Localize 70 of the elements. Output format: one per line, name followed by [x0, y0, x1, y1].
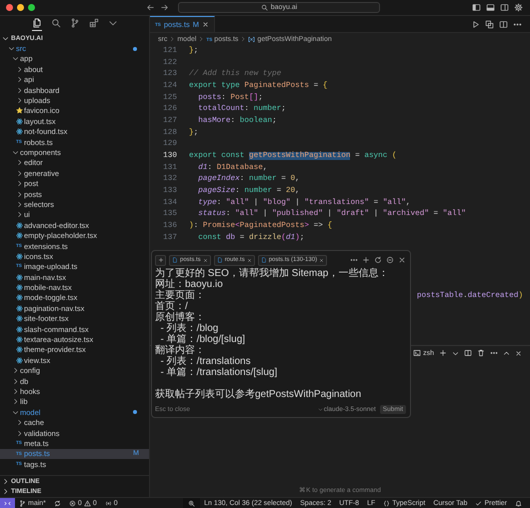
close-icon[interactable]	[202, 258, 208, 262]
close-icon[interactable]	[319, 258, 324, 262]
close-window-button[interactable]	[6, 4, 13, 11]
atom-icon	[16, 284, 23, 292]
panel-toggle-icon[interactable]	[486, 3, 495, 12]
close-icon[interactable]	[246, 258, 252, 262]
atom-icon	[16, 326, 23, 333]
modified-dot	[133, 46, 137, 51]
atom-icon	[16, 274, 23, 281]
file-icon	[172, 257, 178, 263]
close-icon[interactable]	[398, 256, 406, 264]
settings-icon[interactable]	[514, 3, 523, 12]
braces-icon	[383, 500, 390, 506]
remote-icon	[4, 500, 11, 506]
run-icon[interactable]	[471, 20, 480, 28]
chevron-icon	[198, 36, 204, 42]
error-icon	[68, 500, 76, 506]
minus-circle-icon[interactable]	[386, 256, 394, 264]
refresh-icon[interactable]	[374, 256, 382, 264]
trash-icon[interactable]	[477, 349, 485, 357]
atom-icon	[16, 252, 23, 260]
atom-icon	[16, 128, 23, 136]
sync-icon	[54, 500, 61, 506]
compare-icon[interactable]	[485, 20, 494, 28]
chevron-icon	[240, 36, 246, 42]
star-icon	[16, 107, 23, 114]
close-icon[interactable]	[202, 21, 209, 28]
file-icon	[260, 257, 267, 263]
atom-icon	[16, 232, 23, 240]
split-terminal-icon[interactable]	[464, 349, 472, 357]
file-icon	[216, 257, 223, 263]
prompt-text: 为了更好的 SEO，请帮我增加 Sitemap，一些信息： 网址：baoyu.io 主要页面： 首页：/ 原创博客： - 列表：/blog - 单篇：/blog/[slug] 翻译内容： - 列表：/translations - 单篇：/translations/[slug]	[155, 268, 390, 378]
maximize-window-button[interactable]	[28, 4, 35, 11]
plus-icon[interactable]	[439, 349, 447, 357]
terminal-icon	[413, 349, 422, 357]
chevron-icon	[169, 36, 176, 42]
split-editor-icon[interactable]	[499, 20, 508, 28]
variable-icon	[248, 36, 256, 42]
atom-icon	[16, 346, 23, 354]
explorer-icon[interactable]	[32, 18, 42, 31]
plus-icon[interactable]	[362, 256, 370, 264]
search-icon	[260, 4, 268, 11]
atom-icon	[16, 304, 23, 312]
right-sidebar-toggle-icon[interactable]	[500, 3, 509, 12]
atom-icon	[16, 356, 23, 364]
left-sidebar-toggle-icon[interactable]	[472, 3, 481, 12]
zoom-button[interactable]	[183, 498, 200, 508]
modified-dot	[133, 410, 137, 414]
back-arrow-icon[interactable]	[146, 3, 155, 12]
atom-icon	[16, 294, 23, 302]
atom-icon	[16, 118, 23, 125]
atom-icon	[16, 336, 23, 344]
close-icon[interactable]	[515, 350, 522, 356]
forward-arrow-icon[interactable]	[160, 3, 169, 12]
check-icon	[475, 500, 482, 506]
add-context-button[interactable]	[155, 254, 166, 266]
warning-icon	[84, 500, 91, 506]
atom-icon	[16, 315, 23, 322]
prompt-text: 获取帖子列表可以参考getPostsWithPagination	[155, 389, 362, 400]
chevron-up-icon[interactable]	[503, 350, 510, 356]
bell-icon	[515, 500, 522, 506]
broadcast-icon	[104, 500, 112, 506]
minimize-window-button[interactable]	[17, 4, 24, 11]
remote-button[interactable]	[0, 498, 15, 508]
zoom-icon	[188, 500, 196, 506]
chevron-icon[interactable]	[452, 350, 459, 356]
chevron-icon	[318, 406, 323, 412]
branch-icon	[19, 500, 26, 506]
atom-icon	[16, 222, 23, 229]
plus-icon	[158, 257, 164, 263]
